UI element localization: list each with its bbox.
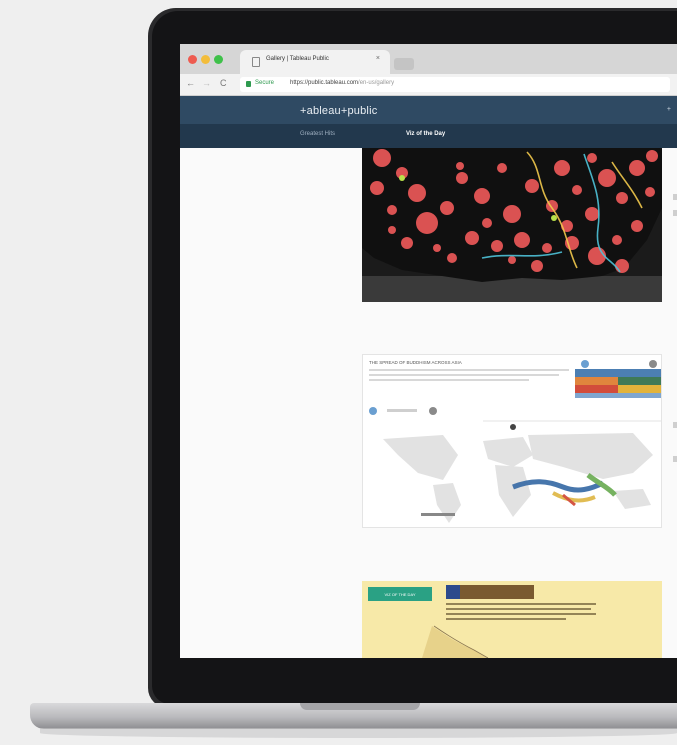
url-text: https://public.tableau.com/en-us/gallery (290, 80, 394, 86)
reload-icon[interactable]: C (220, 78, 227, 88)
browser-tab[interactable]: Gallery | Tableau Public × (240, 50, 390, 74)
url-path: /en-us/gallery (358, 80, 395, 86)
viz-card-us-map[interactable] (362, 148, 662, 302)
site-nav: Greatest Hits Viz of the Day (180, 124, 677, 148)
card2-side-marker (673, 456, 677, 462)
laptop-shadow (40, 728, 677, 738)
maximize-window-icon[interactable] (214, 55, 223, 64)
viz-card-yellow-map[interactable]: VIZ OF THE DAY (362, 581, 662, 658)
laptop-scene: Gallery | Tableau Public × ← → C Secure … (0, 0, 677, 745)
browser-toolbar: ← → C Secure https://public.tableau.com/… (180, 74, 677, 96)
laptop-base-notch (300, 703, 420, 710)
site-header: +ableau+public + Greatest Hits Viz of th… (180, 96, 677, 148)
new-tab-button[interactable] (394, 58, 414, 70)
yellow-viz-thumbnail: VIZ OF THE DAY (362, 581, 662, 658)
address-input[interactable]: Secure https://public.tableau.com/en-us/… (240, 77, 670, 92)
us-map-thumbnail (362, 148, 662, 302)
page-icon (252, 57, 260, 67)
tableau-public-logo[interactable]: +ableau+public (300, 105, 377, 117)
tab-title: Gallery | Tableau Public (266, 56, 329, 62)
secure-label: Secure (255, 80, 275, 86)
viz-title: THE SPREAD OF BUDDHISM ACROSS ASIA (369, 360, 462, 365)
card1-side-marker (673, 210, 677, 216)
laptop-screen: Gallery | Tableau Public × ← → C Secure … (180, 44, 677, 658)
viz-of-the-day-label: VIZ OF THE DAY (385, 592, 416, 597)
minimize-window-icon[interactable] (201, 55, 210, 64)
forward-icon[interactable]: → (202, 78, 211, 88)
back-icon[interactable]: ← (186, 78, 195, 88)
lock-icon (246, 81, 251, 87)
header-menu-icon[interactable]: + (667, 106, 671, 113)
url-host: https://public.tableau.com (290, 80, 359, 86)
nav-viz-of-the-day[interactable]: Viz of the Day (406, 131, 445, 137)
browser-tab-bar: Gallery | Tableau Public × (180, 44, 677, 74)
close-window-icon[interactable] (188, 55, 197, 64)
buddhism-viz-thumbnail: THE SPREAD OF BUDDHISM ACROSS ASIA (363, 355, 661, 527)
viz-card-buddhism[interactable]: THE SPREAD OF BUDDHISM ACROSS ASIA (362, 354, 662, 528)
card1-side-marker (673, 194, 677, 200)
nav-greatest-hits[interactable]: Greatest Hits (300, 131, 335, 137)
tab-close-icon[interactable]: × (376, 55, 380, 62)
card2-side-marker (673, 422, 677, 428)
